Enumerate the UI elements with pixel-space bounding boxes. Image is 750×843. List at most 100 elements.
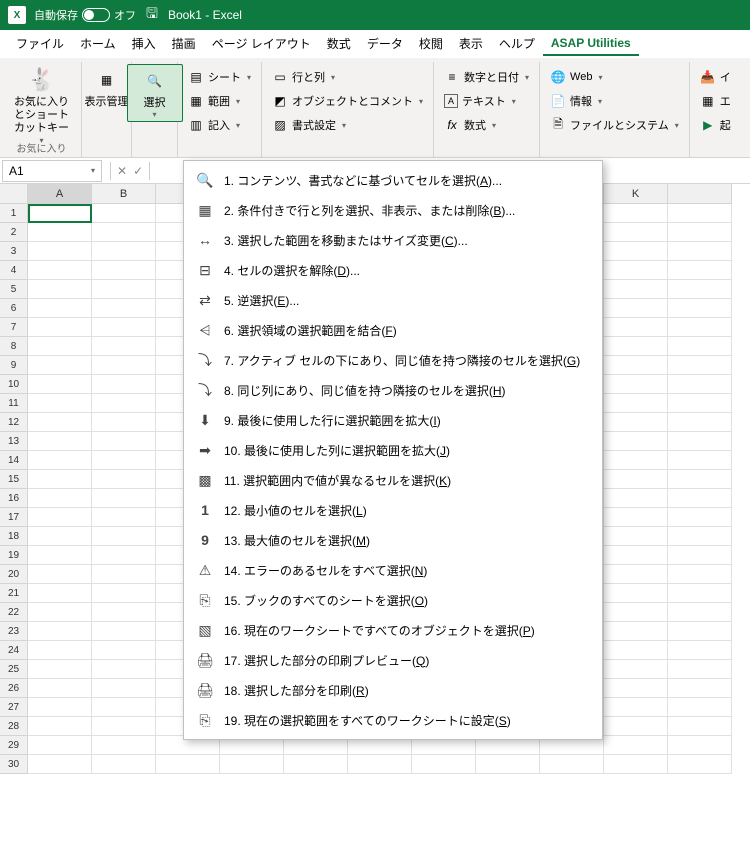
row-header[interactable]: 14	[0, 451, 28, 470]
select-all-corner[interactable]	[0, 184, 28, 204]
cell[interactable]	[92, 394, 156, 413]
cell[interactable]	[668, 204, 732, 223]
cell[interactable]	[412, 755, 476, 774]
row-header[interactable]: 17	[0, 508, 28, 527]
cell[interactable]	[92, 356, 156, 375]
cell[interactable]	[28, 356, 92, 375]
cell[interactable]	[604, 584, 668, 603]
cell[interactable]	[668, 679, 732, 698]
cell[interactable]	[604, 394, 668, 413]
tab-asap-utilities[interactable]: ASAP Utilities	[543, 32, 639, 56]
cell[interactable]	[668, 432, 732, 451]
column-header[interactable]	[668, 184, 732, 204]
cell[interactable]	[28, 204, 92, 223]
info-button[interactable]: 📄情報▾	[546, 90, 683, 112]
tab-data[interactable]: データ	[359, 31, 411, 56]
row-header[interactable]: 18	[0, 527, 28, 546]
export-button[interactable]: ▦エ	[696, 90, 735, 112]
column-header[interactable]: B	[92, 184, 156, 204]
cell[interactable]	[28, 280, 92, 299]
cell[interactable]	[668, 223, 732, 242]
menu-item-8[interactable]: ⤵8. 同じ列にあり、同じ値を持つ隣接のセルを選択(H)	[184, 375, 602, 405]
cell[interactable]	[668, 261, 732, 280]
row-header[interactable]: 10	[0, 375, 28, 394]
cell[interactable]	[92, 337, 156, 356]
cell[interactable]	[92, 755, 156, 774]
row-header[interactable]: 22	[0, 603, 28, 622]
sheet-button[interactable]: ▤シート▾	[184, 66, 255, 88]
cell[interactable]	[348, 755, 412, 774]
menu-item-12[interactable]: 112. 最小値のセルを選択(L)	[184, 495, 602, 525]
cell[interactable]	[92, 527, 156, 546]
confirm-icon[interactable]: ✓	[133, 164, 143, 178]
cell[interactable]	[28, 565, 92, 584]
cell[interactable]	[668, 356, 732, 375]
menu-item-2[interactable]: ▦2. 条件付きで行と列を選択、非表示、または削除(B)...	[184, 195, 602, 225]
cell[interactable]	[604, 204, 668, 223]
row-header[interactable]: 20	[0, 565, 28, 584]
format-button[interactable]: ▨書式設定▾	[268, 114, 427, 136]
cell[interactable]	[604, 603, 668, 622]
row-header[interactable]: 28	[0, 717, 28, 736]
row-header[interactable]: 3	[0, 242, 28, 261]
menu-item-14[interactable]: ⚠14. エラーのあるセルをすべて選択(N)	[184, 555, 602, 585]
cell[interactable]	[604, 489, 668, 508]
tab-formulas[interactable]: 数式	[319, 31, 359, 56]
row-header[interactable]: 25	[0, 660, 28, 679]
row-header[interactable]: 23	[0, 622, 28, 641]
cell[interactable]	[604, 299, 668, 318]
cell[interactable]	[284, 755, 348, 774]
cell[interactable]	[92, 375, 156, 394]
cell[interactable]	[668, 736, 732, 755]
cell[interactable]	[28, 603, 92, 622]
cell[interactable]	[476, 755, 540, 774]
cell[interactable]	[604, 318, 668, 337]
cell[interactable]	[604, 527, 668, 546]
row-header[interactable]: 13	[0, 432, 28, 451]
cell[interactable]	[92, 413, 156, 432]
menu-item-15[interactable]: ⎘15. ブックのすべてのシートを選択(O)	[184, 585, 602, 615]
cell[interactable]	[92, 451, 156, 470]
tab-page-layout[interactable]: ページ レイアウト	[204, 31, 319, 56]
cell[interactable]	[668, 489, 732, 508]
cell[interactable]	[668, 451, 732, 470]
tab-file[interactable]: ファイル	[8, 31, 72, 56]
row-header[interactable]: 21	[0, 584, 28, 603]
row-header[interactable]: 26	[0, 679, 28, 698]
tab-view[interactable]: 表示	[451, 31, 491, 56]
cell[interactable]	[668, 584, 732, 603]
cell[interactable]	[28, 337, 92, 356]
cell[interactable]	[220, 755, 284, 774]
cell[interactable]	[92, 698, 156, 717]
cell[interactable]	[28, 451, 92, 470]
cell[interactable]	[28, 641, 92, 660]
note-button[interactable]: ▥記入▾	[184, 114, 255, 136]
cell[interactable]	[668, 546, 732, 565]
cancel-icon[interactable]: ✕	[117, 164, 127, 178]
cell[interactable]	[604, 261, 668, 280]
cell[interactable]	[92, 717, 156, 736]
cell[interactable]	[28, 261, 92, 280]
cell[interactable]	[28, 546, 92, 565]
cell[interactable]	[92, 679, 156, 698]
cell[interactable]	[604, 242, 668, 261]
menu-item-3[interactable]: ↔3. 選択した範囲を移動またはサイズ変更(C)...	[184, 225, 602, 255]
cell[interactable]	[92, 261, 156, 280]
import-button[interactable]: 📥イ	[696, 66, 735, 88]
cell[interactable]	[668, 470, 732, 489]
favorites-button[interactable]: 🐇 お気に入りとショートカットキー ▾	[8, 64, 75, 147]
cell[interactable]	[604, 280, 668, 299]
tab-draw[interactable]: 描画	[164, 31, 204, 56]
cell[interactable]	[92, 736, 156, 755]
cell[interactable]	[92, 641, 156, 660]
cell[interactable]	[540, 755, 604, 774]
tab-insert[interactable]: 挿入	[124, 31, 164, 56]
menu-item-10[interactable]: ➡10. 最後に使用した列に選択範囲を拡大(J)	[184, 435, 602, 465]
row-header[interactable]: 6	[0, 299, 28, 318]
autosave-toggle[interactable]: 自動保存 オフ	[34, 7, 136, 23]
cell[interactable]	[28, 489, 92, 508]
cell[interactable]	[604, 451, 668, 470]
cell[interactable]	[28, 413, 92, 432]
cell[interactable]	[604, 698, 668, 717]
objects-button[interactable]: ◩オブジェクトとコメント▾	[268, 90, 427, 112]
